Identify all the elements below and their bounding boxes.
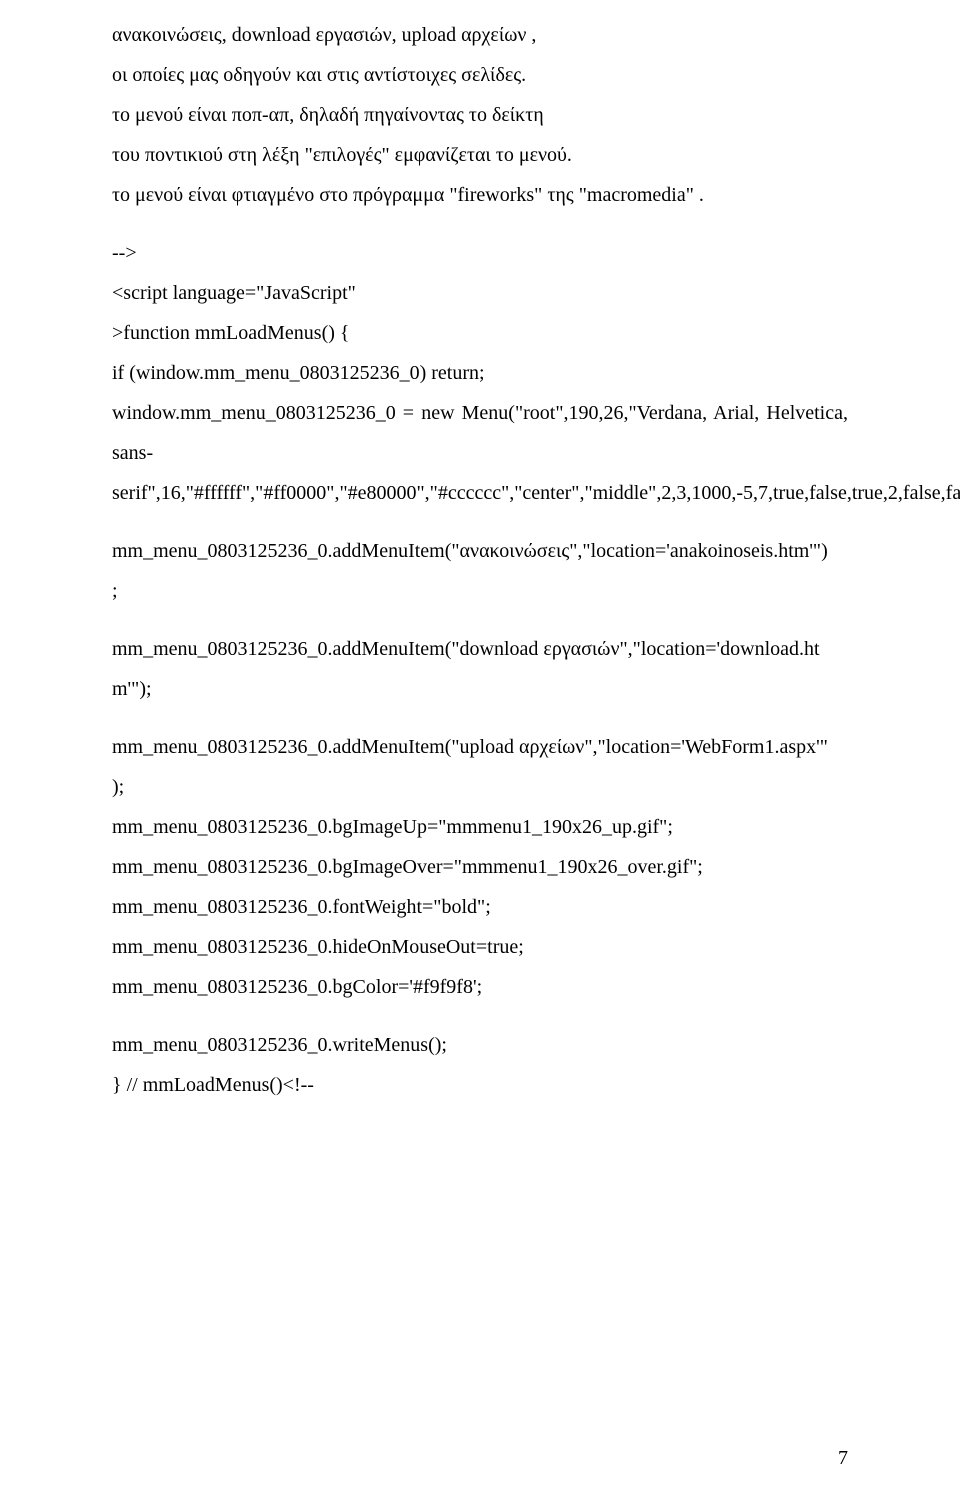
code-block-end: mm_menu_0803125236_0.writeMenus(); } // … (112, 1025, 848, 1105)
code-line: mm_menu_0803125236_0.writeMenus(); (112, 1025, 848, 1065)
code-line: mm_menu_0803125236_0.hideOnMouseOut=true… (112, 927, 848, 967)
code-line: serif",16,"#ffffff","#ff0000","#e80000",… (112, 473, 848, 513)
code-line: window.mm_menu_0803125236_0 = new Menu("… (112, 393, 848, 473)
text-line: το μενού είναι ποπ-απ, δηλαδή πηγαίνοντα… (112, 95, 848, 135)
code-line: ; (112, 571, 848, 611)
code-line: mm_menu_0803125236_0.addMenuItem("ανακοι… (112, 531, 848, 571)
intro-paragraph: ανακοινώσεις, download εργασιών, upload … (112, 15, 848, 215)
code-line: mm_menu_0803125236_0.bgImageOver="mmmenu… (112, 847, 848, 887)
code-line: mm_menu_0803125236_0.addMenuItem("downlo… (112, 629, 848, 669)
text-line: οι οποίες μας οδηγούν και στις αντίστοιχ… (112, 55, 848, 95)
code-line: mm_menu_0803125236_0.addMenuItem("upload… (112, 727, 848, 767)
document-page: ανακοινώσεις, download εργασιών, upload … (0, 0, 960, 1508)
code-line: m'"); (112, 669, 848, 709)
code-line: ); (112, 767, 848, 807)
code-line: mm_menu_0803125236_0.bgImageUp="mmmenu1_… (112, 807, 848, 847)
code-block-additem2: mm_menu_0803125236_0.addMenuItem("downlo… (112, 629, 848, 709)
text-line: του ποντικιού στη λέξη "επιλογές" εμφανί… (112, 135, 848, 175)
code-line: --> (112, 233, 848, 273)
page-number: 7 (838, 1448, 848, 1468)
code-block-additem1: mm_menu_0803125236_0.addMenuItem("ανακοι… (112, 531, 848, 611)
code-line: mm_menu_0803125236_0.bgColor='#f9f9f8'; (112, 967, 848, 1007)
code-line: >function mmLoadMenus() { (112, 313, 848, 353)
code-block-start: --> <script language="JavaScript" >funct… (112, 233, 848, 513)
text-line: ανακοινώσεις, download εργασιών, upload … (112, 15, 848, 55)
code-block-additem3: mm_menu_0803125236_0.addMenuItem("upload… (112, 727, 848, 1007)
code-line: if (window.mm_menu_0803125236_0) return; (112, 353, 848, 393)
text-line: το μενού είναι φτιαγμένο στο πρόγραμμα "… (112, 175, 848, 215)
code-line: } // mmLoadMenus()<!-- (112, 1065, 848, 1105)
code-line: <script language="JavaScript" (112, 273, 848, 313)
code-line: mm_menu_0803125236_0.fontWeight="bold"; (112, 887, 848, 927)
